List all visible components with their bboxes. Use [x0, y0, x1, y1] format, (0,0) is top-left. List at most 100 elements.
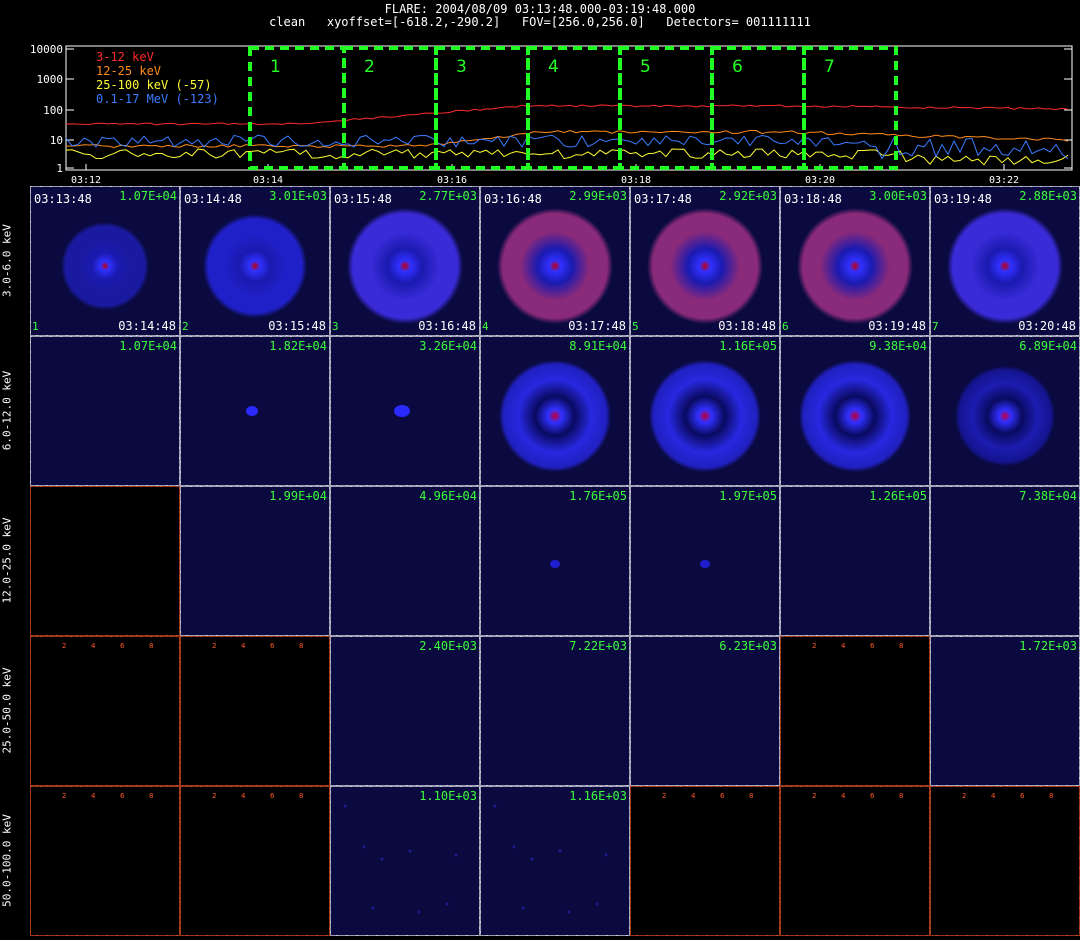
- image-canvas: 246810: [30, 636, 180, 786]
- cell-frame: [180, 486, 330, 636]
- y-tick-label: 10000: [30, 43, 63, 56]
- interval-label: 7: [824, 57, 835, 77]
- image-canvas: [930, 186, 1080, 336]
- image-cell: 1.07E+04 03:13:48 03:14:48 1: [30, 186, 180, 336]
- image-canvas: 246810: [30, 786, 180, 936]
- source-disk: [647, 208, 763, 324]
- image-canvas: 246810: [780, 636, 930, 786]
- noise-speck: [595, 902, 599, 906]
- interval-box: [526, 46, 622, 170]
- image-cell: 2.88E+03 03:19:48 03:20:48 7: [930, 186, 1080, 336]
- image-canvas: [630, 636, 780, 786]
- cell-frame: [630, 636, 780, 786]
- interval-box: [342, 46, 438, 170]
- image-cell: 1.72E+03: [930, 636, 1080, 786]
- image-cell: 3.00E+03 03:18:48 03:19:48 6: [780, 186, 930, 336]
- y-tick-label: 100: [43, 104, 63, 117]
- cell-start-time: 03:18:48: [784, 192, 842, 206]
- cell-border: [180, 786, 330, 936]
- source-ring: [499, 360, 611, 472]
- curve-25-100kev: [65, 148, 1069, 166]
- image-canvas: 246810: [180, 786, 330, 936]
- image-cell: 6.23E+03: [630, 636, 780, 786]
- image-canvas: 246810: [630, 786, 780, 936]
- lightcurve-plot: 10000 1000 100 10 1 03:12 03:14 03:16 03:18 03:20…: [30, 43, 1073, 186]
- noise-speck: [567, 910, 571, 914]
- cell-frame: [30, 336, 180, 486]
- cell-max-value: 6.23E+03: [719, 639, 777, 653]
- image-canvas: [330, 486, 480, 636]
- image-cell: 2.92E+03 03:17:48 03:18:48 5: [630, 186, 780, 336]
- image-cell: 9.38E+04: [780, 336, 930, 486]
- cell-frame: [930, 486, 1080, 636]
- image-cell: 246810: [930, 786, 1080, 936]
- cell-max-value: 1.99E+04: [269, 489, 327, 503]
- cell-interval-number: 4: [482, 320, 489, 333]
- row-energy-label: 25.0-50.0 keV: [0, 667, 14, 754]
- cell-max-value: 2.77E+03: [419, 189, 477, 203]
- cell-frame: [30, 636, 180, 786]
- image-canvas: [780, 486, 930, 636]
- y-tick-label: 1000: [37, 73, 64, 86]
- interval-box: [802, 46, 898, 170]
- interval-box: [248, 46, 346, 170]
- noise-speck: [362, 845, 366, 849]
- y-tick-label: 10: [50, 134, 63, 147]
- noise-speck: [604, 853, 608, 857]
- curve-3-12kev: [65, 104, 1069, 126]
- axis-tick-label: 4: [91, 792, 96, 800]
- image-canvas: [930, 486, 1080, 636]
- image-cell: 4.96E+04: [330, 486, 480, 636]
- cell-max-value: 1.16E+05: [719, 339, 777, 353]
- axis-tick-label: 2: [812, 642, 816, 650]
- axis-tick-label: 8: [749, 792, 753, 800]
- cell-max-value: 1.72E+03: [1019, 639, 1077, 653]
- cell-frame: [180, 786, 330, 936]
- cell-frame: [930, 636, 1080, 786]
- image-canvas: [480, 636, 630, 786]
- cell-frame: [780, 486, 930, 636]
- cell-border: [930, 486, 1080, 636]
- row-energy-label: 3.0-6.0 keV: [0, 224, 14, 297]
- source-disk: [797, 208, 913, 324]
- axis-tick-label: 2: [662, 792, 666, 800]
- interval-label: 2: [364, 57, 375, 77]
- cell-end-time: 03:16:48: [418, 319, 476, 333]
- cell-border: [180, 486, 330, 636]
- axis-tick-label: 2: [62, 792, 66, 800]
- axis-tick-label: 8: [1049, 792, 1053, 800]
- axis-tick-label: 8: [149, 792, 153, 800]
- cell-max-value: 6.89E+04: [1019, 339, 1077, 353]
- noise-speck: [445, 902, 449, 906]
- cell-start-time: 03:17:48: [634, 192, 692, 206]
- source-dot: [394, 405, 410, 417]
- cell-max-value: 4.96E+04: [419, 489, 477, 503]
- noise-speck: [417, 910, 421, 914]
- cell-start-time: 03:16:48: [484, 192, 542, 206]
- image-cell: 1.16E+03: [480, 786, 630, 936]
- image-canvas: 246810: [930, 786, 1080, 936]
- legend-entry: 12-25 keV: [96, 64, 161, 78]
- cell-border: [930, 636, 1080, 786]
- image-cell: 1.07E+04: [30, 336, 180, 486]
- cell-border: [780, 786, 930, 936]
- cell-interval-number: 3: [332, 320, 339, 333]
- interval-box: [710, 46, 806, 170]
- cell-border: [30, 486, 180, 636]
- axis-tick-label: 4: [991, 792, 996, 800]
- source-dot: [700, 560, 710, 568]
- cell-max-value: 1.82E+04: [269, 339, 327, 353]
- cell-frame: [30, 486, 180, 636]
- interval-box: [618, 46, 714, 170]
- cell-frame: [780, 636, 930, 786]
- cell-max-value: 1.16E+03: [569, 789, 627, 803]
- image-cell: 6.89E+04: [930, 336, 1080, 486]
- image-canvas: 246810: [180, 636, 330, 786]
- image-cell: 7.22E+03: [480, 636, 630, 786]
- x-tick-label: 03:22: [989, 175, 1019, 186]
- cell-start-time: 03:19:48: [934, 192, 992, 206]
- cell-start-time: 03:15:48: [334, 192, 392, 206]
- axis-tick-label: 4: [241, 642, 246, 650]
- axis-tick-label: 2: [212, 792, 216, 800]
- image-cell: 1.10E+03: [330, 786, 480, 936]
